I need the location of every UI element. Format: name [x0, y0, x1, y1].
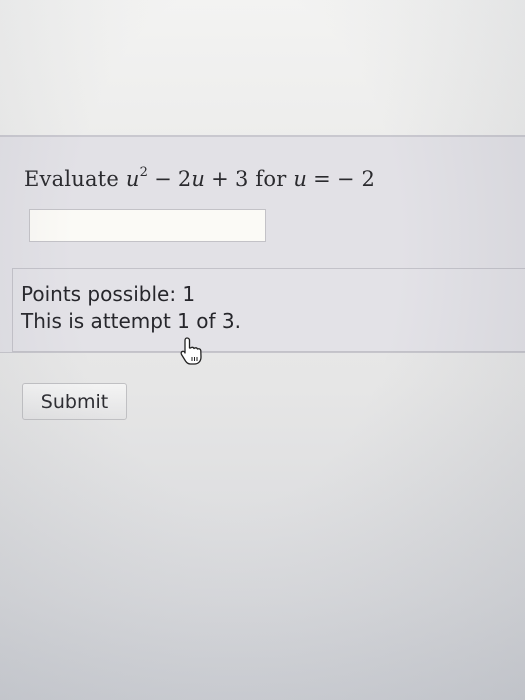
- variable-u-2: u: [293, 167, 308, 191]
- hand-pointer-icon: [180, 337, 202, 365]
- given-value: − 2: [336, 167, 376, 191]
- term-2u: 2u: [177, 167, 206, 191]
- question-panel: Evaluate u2−2u +3 for u = − 2 Points possib…: [0, 135, 525, 353]
- plus-operator: +: [211, 167, 229, 191]
- attempt-count: This is attempt 1 of 3.: [21, 309, 241, 333]
- question-prefix: Evaluate: [24, 167, 119, 191]
- exponent: 2: [139, 165, 149, 180]
- for-word: for: [255, 167, 287, 191]
- answer-input[interactable]: [29, 209, 266, 242]
- points-possible: Points possible: 1: [21, 282, 196, 306]
- question-text: Evaluate u2−2u +3 for u = − 2: [24, 165, 376, 191]
- submit-button[interactable]: Submit: [22, 383, 127, 420]
- constant-3: 3: [234, 167, 249, 191]
- equals-operator: =: [313, 167, 331, 191]
- variable-u: u: [125, 167, 140, 191]
- attempt-info-box: Points possible: 1 This is attempt 1 of …: [12, 268, 525, 352]
- minus-operator: −: [154, 167, 172, 191]
